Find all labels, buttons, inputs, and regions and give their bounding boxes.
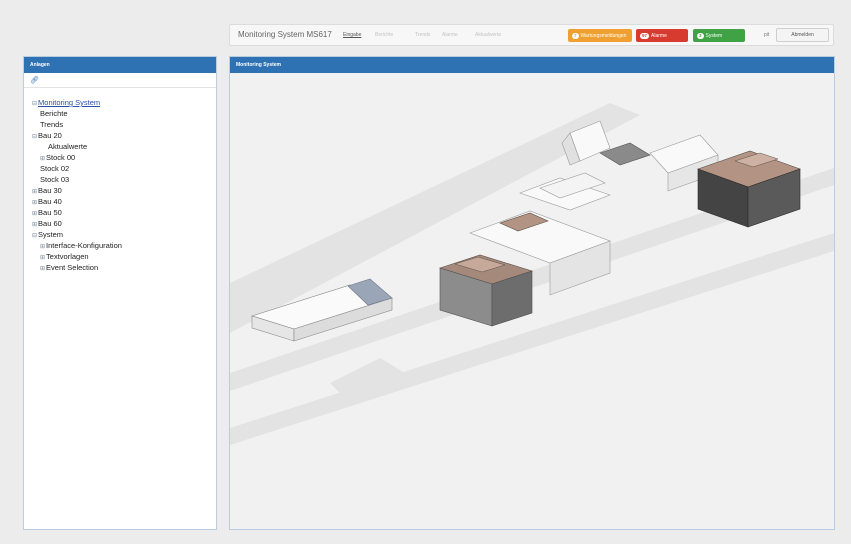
tree-item[interactable]: ⊞Stock 00 [40, 153, 75, 162]
tree-item-label: Bau 20 [38, 131, 62, 140]
tree-item[interactable]: ⊟System [32, 230, 63, 239]
site-map-3d[interactable] [230, 73, 834, 529]
tree-item[interactable]: ⊞Bau 30 [32, 186, 62, 195]
system-button[interactable]: 3 System [693, 29, 745, 42]
tree-item[interactable]: ⊟Monitoring System [32, 98, 100, 107]
nav-aktualwerte[interactable]: Aktualwerte [475, 32, 501, 38]
expand-icon[interactable]: ⊞ [32, 211, 37, 217]
tree-item-label: Trends [40, 120, 64, 129]
tree-item-label: Interface-Konfiguration [46, 241, 122, 250]
tree-item[interactable]: Aktualwerte [48, 142, 87, 151]
maintenance-count: 7 [572, 32, 579, 39]
tree-item-label: Bau 60 [38, 219, 62, 228]
logout-button[interactable]: Abmelden [776, 28, 829, 42]
link-icon[interactable]: 🔗︎ [30, 76, 39, 84]
tree-item[interactable]: ⊞Bau 50 [32, 208, 62, 217]
tree-item-label: Stock 00 [46, 153, 76, 162]
tree-item-label: Berichte [40, 109, 68, 118]
expand-icon[interactable]: ⊞ [32, 200, 37, 206]
tree-item[interactable]: ⊟Bau 20 [32, 131, 62, 140]
system-count: 3 [697, 32, 704, 39]
tree-toolbar: 🔗︎ [24, 73, 216, 88]
nav-eingabe[interactable]: Eingabe [343, 32, 361, 38]
tree-item[interactable]: Stock 03 [40, 175, 69, 184]
tree-item-label: Aktualwerte [48, 142, 88, 151]
tree-item[interactable]: ⊞Event Selection [40, 263, 98, 272]
monitoring-panel-title: Monitoring System [230, 57, 834, 73]
tree-item-label: Bau 30 [38, 186, 62, 195]
tree-item[interactable]: ⊞Bau 60 [32, 219, 62, 228]
app-title: Monitoring System MS617 [238, 30, 332, 39]
nav-trends[interactable]: Trends [415, 32, 430, 38]
collapse-icon[interactable]: ⊟ [32, 134, 37, 140]
tree-item-label: Bau 40 [38, 197, 62, 206]
monitoring-panel: Monitoring System [229, 56, 835, 530]
tree-item[interactable]: ⊞Bau 40 [32, 197, 62, 206]
tree-item[interactable]: ⊞Interface-Konfiguration [40, 241, 122, 250]
plants-panel-title: Anlagen [24, 57, 216, 73]
maintenance-label: Wartungsmeldungen [580, 32, 627, 39]
tree-item-label: Monitoring System [38, 98, 101, 107]
username: pit [764, 32, 770, 38]
tree-item-label: Stock 03 [40, 175, 70, 184]
tree-item-label: Bau 50 [38, 208, 62, 217]
expand-icon[interactable]: ⊞ [40, 244, 45, 250]
tree-item[interactable]: ⊞Textvorlagen [40, 252, 89, 261]
alarms-label: Alarme [651, 32, 667, 39]
plants-panel: Anlagen 🔗︎ ⊟Monitoring System Berichte Tre… [23, 56, 217, 530]
expand-icon[interactable]: ⊞ [32, 222, 37, 228]
top-navbar: Monitoring System MS617 Eingabe Berichte… [229, 24, 834, 46]
expand-icon[interactable]: ⊞ [40, 255, 45, 261]
nav-berichte[interactable]: Berichte [375, 32, 393, 38]
expand-icon[interactable]: ⊞ [32, 189, 37, 195]
collapse-icon[interactable]: ⊟ [32, 233, 37, 239]
alarms-count: 97 [640, 32, 650, 39]
system-label: System [705, 32, 723, 39]
maintenance-button[interactable]: 7 Wartungsmeldungen [568, 29, 632, 42]
tree-item-label: System [38, 230, 64, 239]
collapse-icon[interactable]: ⊟ [32, 101, 37, 107]
tree-item-label: Event Selection [46, 263, 99, 272]
tree-item-label: Textvorlagen [46, 252, 89, 261]
expand-icon[interactable]: ⊞ [40, 266, 45, 272]
tree-item-label: Stock 02 [40, 164, 70, 173]
expand-icon[interactable]: ⊞ [40, 156, 45, 162]
nav-alarme[interactable]: Alarme [442, 32, 458, 38]
alarms-button[interactable]: 97 Alarme [636, 29, 688, 42]
tree-item[interactable]: Berichte [40, 109, 68, 118]
tree-item[interactable]: Trends [40, 120, 63, 129]
tree-item[interactable]: Stock 02 [40, 164, 69, 173]
